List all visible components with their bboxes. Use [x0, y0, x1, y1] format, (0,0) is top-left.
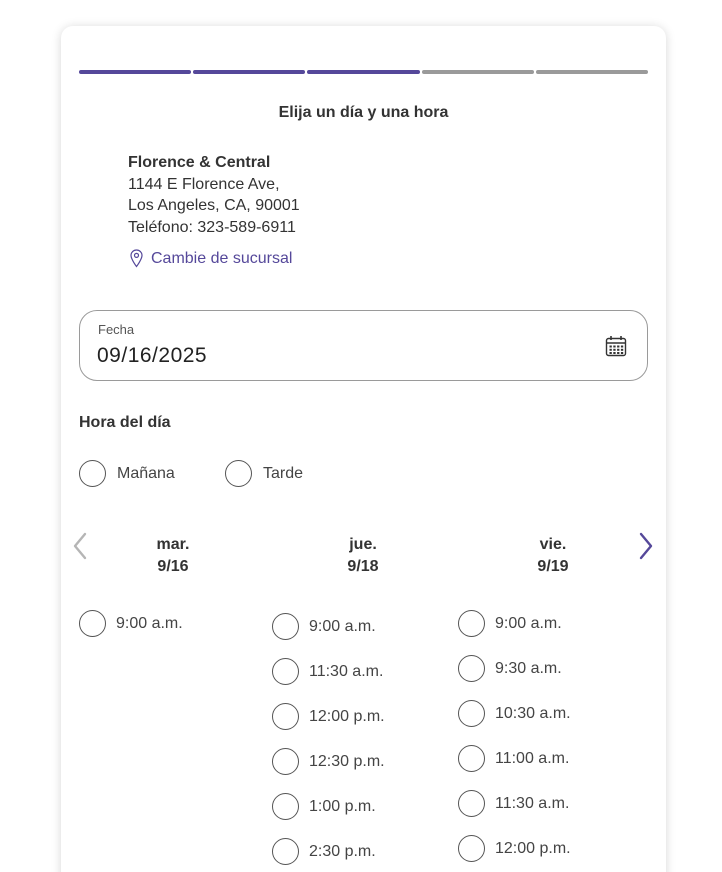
time-slot-label: 11:30 a.m.: [495, 794, 570, 812]
branch-info: Florence & Central 1144 E Florence Ave, …: [128, 152, 300, 238]
radio-button[interactable]: [458, 655, 485, 682]
day-date: 9/16: [157, 558, 189, 575]
branch-address-line2: Los Angeles, CA, 90001: [128, 197, 300, 214]
step-progress-bar: [79, 70, 649, 74]
time-slot[interactable]: 11:30 a.m.: [458, 790, 569, 817]
day-date: 9/19: [537, 558, 569, 575]
progress-step: [535, 70, 649, 74]
time-slot-label: 9:00 a.m.: [116, 614, 183, 632]
radio-button[interactable]: [272, 748, 299, 775]
progress-step: [193, 70, 306, 74]
radio-button[interactable]: [458, 610, 485, 637]
radio-afternoon[interactable]: Tarde: [225, 460, 303, 487]
progress-step: [79, 70, 192, 74]
radio-button[interactable]: [79, 610, 106, 637]
change-branch-label: Cambie de sucursal: [151, 249, 293, 267]
date-field-label: Fecha: [98, 322, 135, 337]
progress-step: [307, 70, 420, 74]
time-slot[interactable]: 10:30 a.m.: [458, 700, 571, 727]
time-slot-label: 12:00 p.m.: [495, 839, 571, 857]
branch-address-line1: 1144 E Florence Ave,: [128, 175, 280, 193]
radio-button[interactable]: [79, 460, 106, 487]
time-slot-label: 12:30 p.m.: [309, 752, 385, 770]
time-slot[interactable]: 9:00 a.m.: [79, 610, 183, 637]
day-header: jue. 9/18: [313, 534, 413, 578]
time-slot-label: 9:30 a.m.: [495, 659, 562, 677]
radio-button[interactable]: [458, 790, 485, 817]
time-slot[interactable]: 12:00 p.m.: [272, 703, 385, 730]
time-slot[interactable]: 9:00 a.m.: [272, 613, 376, 640]
time-slot[interactable]: 11:00 a.m.: [458, 745, 569, 772]
radio-button[interactable]: [458, 835, 485, 862]
calendar-icon[interactable]: [605, 335, 627, 362]
day-header: vie. 9/19: [503, 534, 603, 578]
radio-morning[interactable]: Mañana: [79, 460, 175, 487]
time-slot-label: 9:00 a.m.: [495, 614, 562, 632]
time-slot-label: 12:00 p.m.: [309, 707, 385, 725]
time-of-day-label: Hora del día: [79, 414, 171, 431]
day-weekday: mar.: [156, 536, 190, 553]
day-weekday: jue.: [349, 536, 377, 553]
branch-phone: Teléfono: 323-589-6911: [128, 218, 296, 236]
radio-button[interactable]: [272, 703, 299, 730]
radio-button[interactable]: [458, 700, 485, 727]
time-slot[interactable]: 12:00 p.m.: [458, 835, 571, 862]
chevron-left-icon[interactable]: [72, 532, 88, 565]
chevron-right-icon[interactable]: [638, 532, 654, 565]
day-header: mar. 9/16: [123, 534, 223, 578]
time-slot[interactable]: 9:30 a.m.: [458, 655, 562, 682]
time-slot[interactable]: 11:30 a.m.: [272, 658, 383, 685]
time-slot[interactable]: 12:30 p.m.: [272, 748, 385, 775]
time-slot-label: 2:30 p.m.: [309, 842, 376, 860]
time-slot-label: 11:30 a.m.: [309, 662, 384, 680]
change-branch-link[interactable]: Cambie de sucursal: [130, 249, 292, 268]
date-field[interactable]: Fecha 09/16/2025: [79, 310, 648, 381]
location-pin-icon: [130, 249, 143, 268]
time-slot[interactable]: 9:00 a.m.: [458, 610, 562, 637]
radio-button[interactable]: [272, 793, 299, 820]
radio-button[interactable]: [458, 745, 485, 772]
time-slot[interactable]: 1:00 p.m.: [272, 793, 376, 820]
radio-button[interactable]: [272, 658, 299, 685]
day-date: 9/18: [347, 558, 379, 575]
radio-button[interactable]: [272, 613, 299, 640]
radio-label: Tarde: [263, 464, 304, 482]
time-slot-label: 10:30 a.m.: [495, 704, 571, 722]
time-slot-label: 11:00 a.m.: [495, 749, 570, 767]
branch-name: Florence & Central: [128, 154, 271, 171]
progress-step: [421, 70, 534, 74]
radio-label: Mañana: [117, 464, 175, 482]
time-slot-label: 9:00 a.m.: [309, 617, 376, 635]
radio-button[interactable]: [272, 838, 299, 865]
radio-button[interactable]: [225, 460, 252, 487]
page-title: Elija un día y una hora: [278, 104, 449, 121]
day-weekday: vie.: [539, 536, 567, 553]
time-slot[interactable]: 2:30 p.m.: [272, 838, 376, 865]
time-slot-label: 1:00 p.m.: [309, 797, 376, 815]
date-field-value[interactable]: 09/16/2025: [97, 344, 207, 368]
